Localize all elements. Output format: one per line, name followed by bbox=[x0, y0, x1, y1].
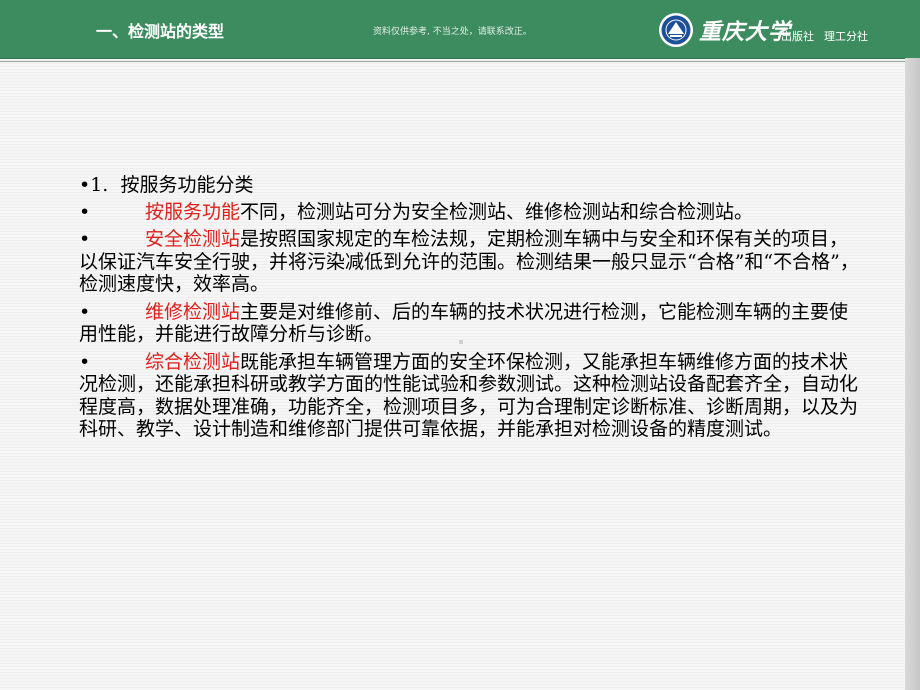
university-logo-text: 重庆大学 bbox=[699, 19, 792, 45]
header-bar: 一、检测站的类型 资料仅供参考, 不当之处，请联系改正。 重庆大学 出版社 理工分… bbox=[0, 0, 920, 59]
highlight-term: 综合检测站 bbox=[145, 350, 241, 373]
section-heading: •1. 按服务功能分类 bbox=[79, 174, 859, 197]
disclaimer-note: 资料仅供参考, 不当之处，请联系改正。 bbox=[373, 27, 532, 37]
publisher-label: 出版社 理工分社 bbox=[781, 28, 868, 44]
bullet-mark: • bbox=[79, 350, 91, 373]
paragraph-text: 不同，检测站可分为安全检测站、维修检测站和综合检测站。 bbox=[240, 200, 754, 223]
slide-title: 一、检测站的类型 bbox=[96, 22, 225, 41]
publisher-name: 出版社 bbox=[781, 30, 814, 43]
slide-content: •1. 按服务功能分类 • 按服务功能不同，检测站可分为安全检测站、维修检测站和综… bbox=[79, 174, 859, 446]
paragraph-1: • 按服务功能不同，检测站可分为安全检测站、维修检测站和综合检测站。 bbox=[79, 201, 859, 224]
heading-text: 按服务功能分类 bbox=[120, 174, 254, 196]
paragraph-2: • 安全检测站是按照国家规定的车检法规，定期检测车辆中与安全和环保有关的项目，以保… bbox=[79, 228, 859, 296]
paragraph-3: • 维修检测站主要是对维修前、后的车辆的技术状况进行检测，它能检测车辆的主要使用性… bbox=[79, 301, 859, 346]
highlight-term: 按服务功能 bbox=[145, 200, 241, 223]
highlight-term: 安全检测站 bbox=[145, 228, 241, 250]
bullet-mark: • bbox=[79, 228, 91, 250]
publisher-division: 理工分社 bbox=[824, 30, 868, 43]
heading-number: •1. bbox=[79, 174, 109, 196]
header-divider bbox=[0, 61, 920, 62]
university-seal-icon bbox=[659, 13, 693, 47]
paragraph-4: • 综合检测站既能承担车辆管理方面的安全环保检测，又能承担车辆维修方面的技术状况检… bbox=[79, 351, 859, 441]
bullet-mark: • bbox=[79, 300, 91, 323]
highlight-term: 维修检测站 bbox=[145, 300, 241, 323]
bullet-mark: • bbox=[79, 200, 91, 223]
right-side-bar bbox=[905, 58, 920, 690]
